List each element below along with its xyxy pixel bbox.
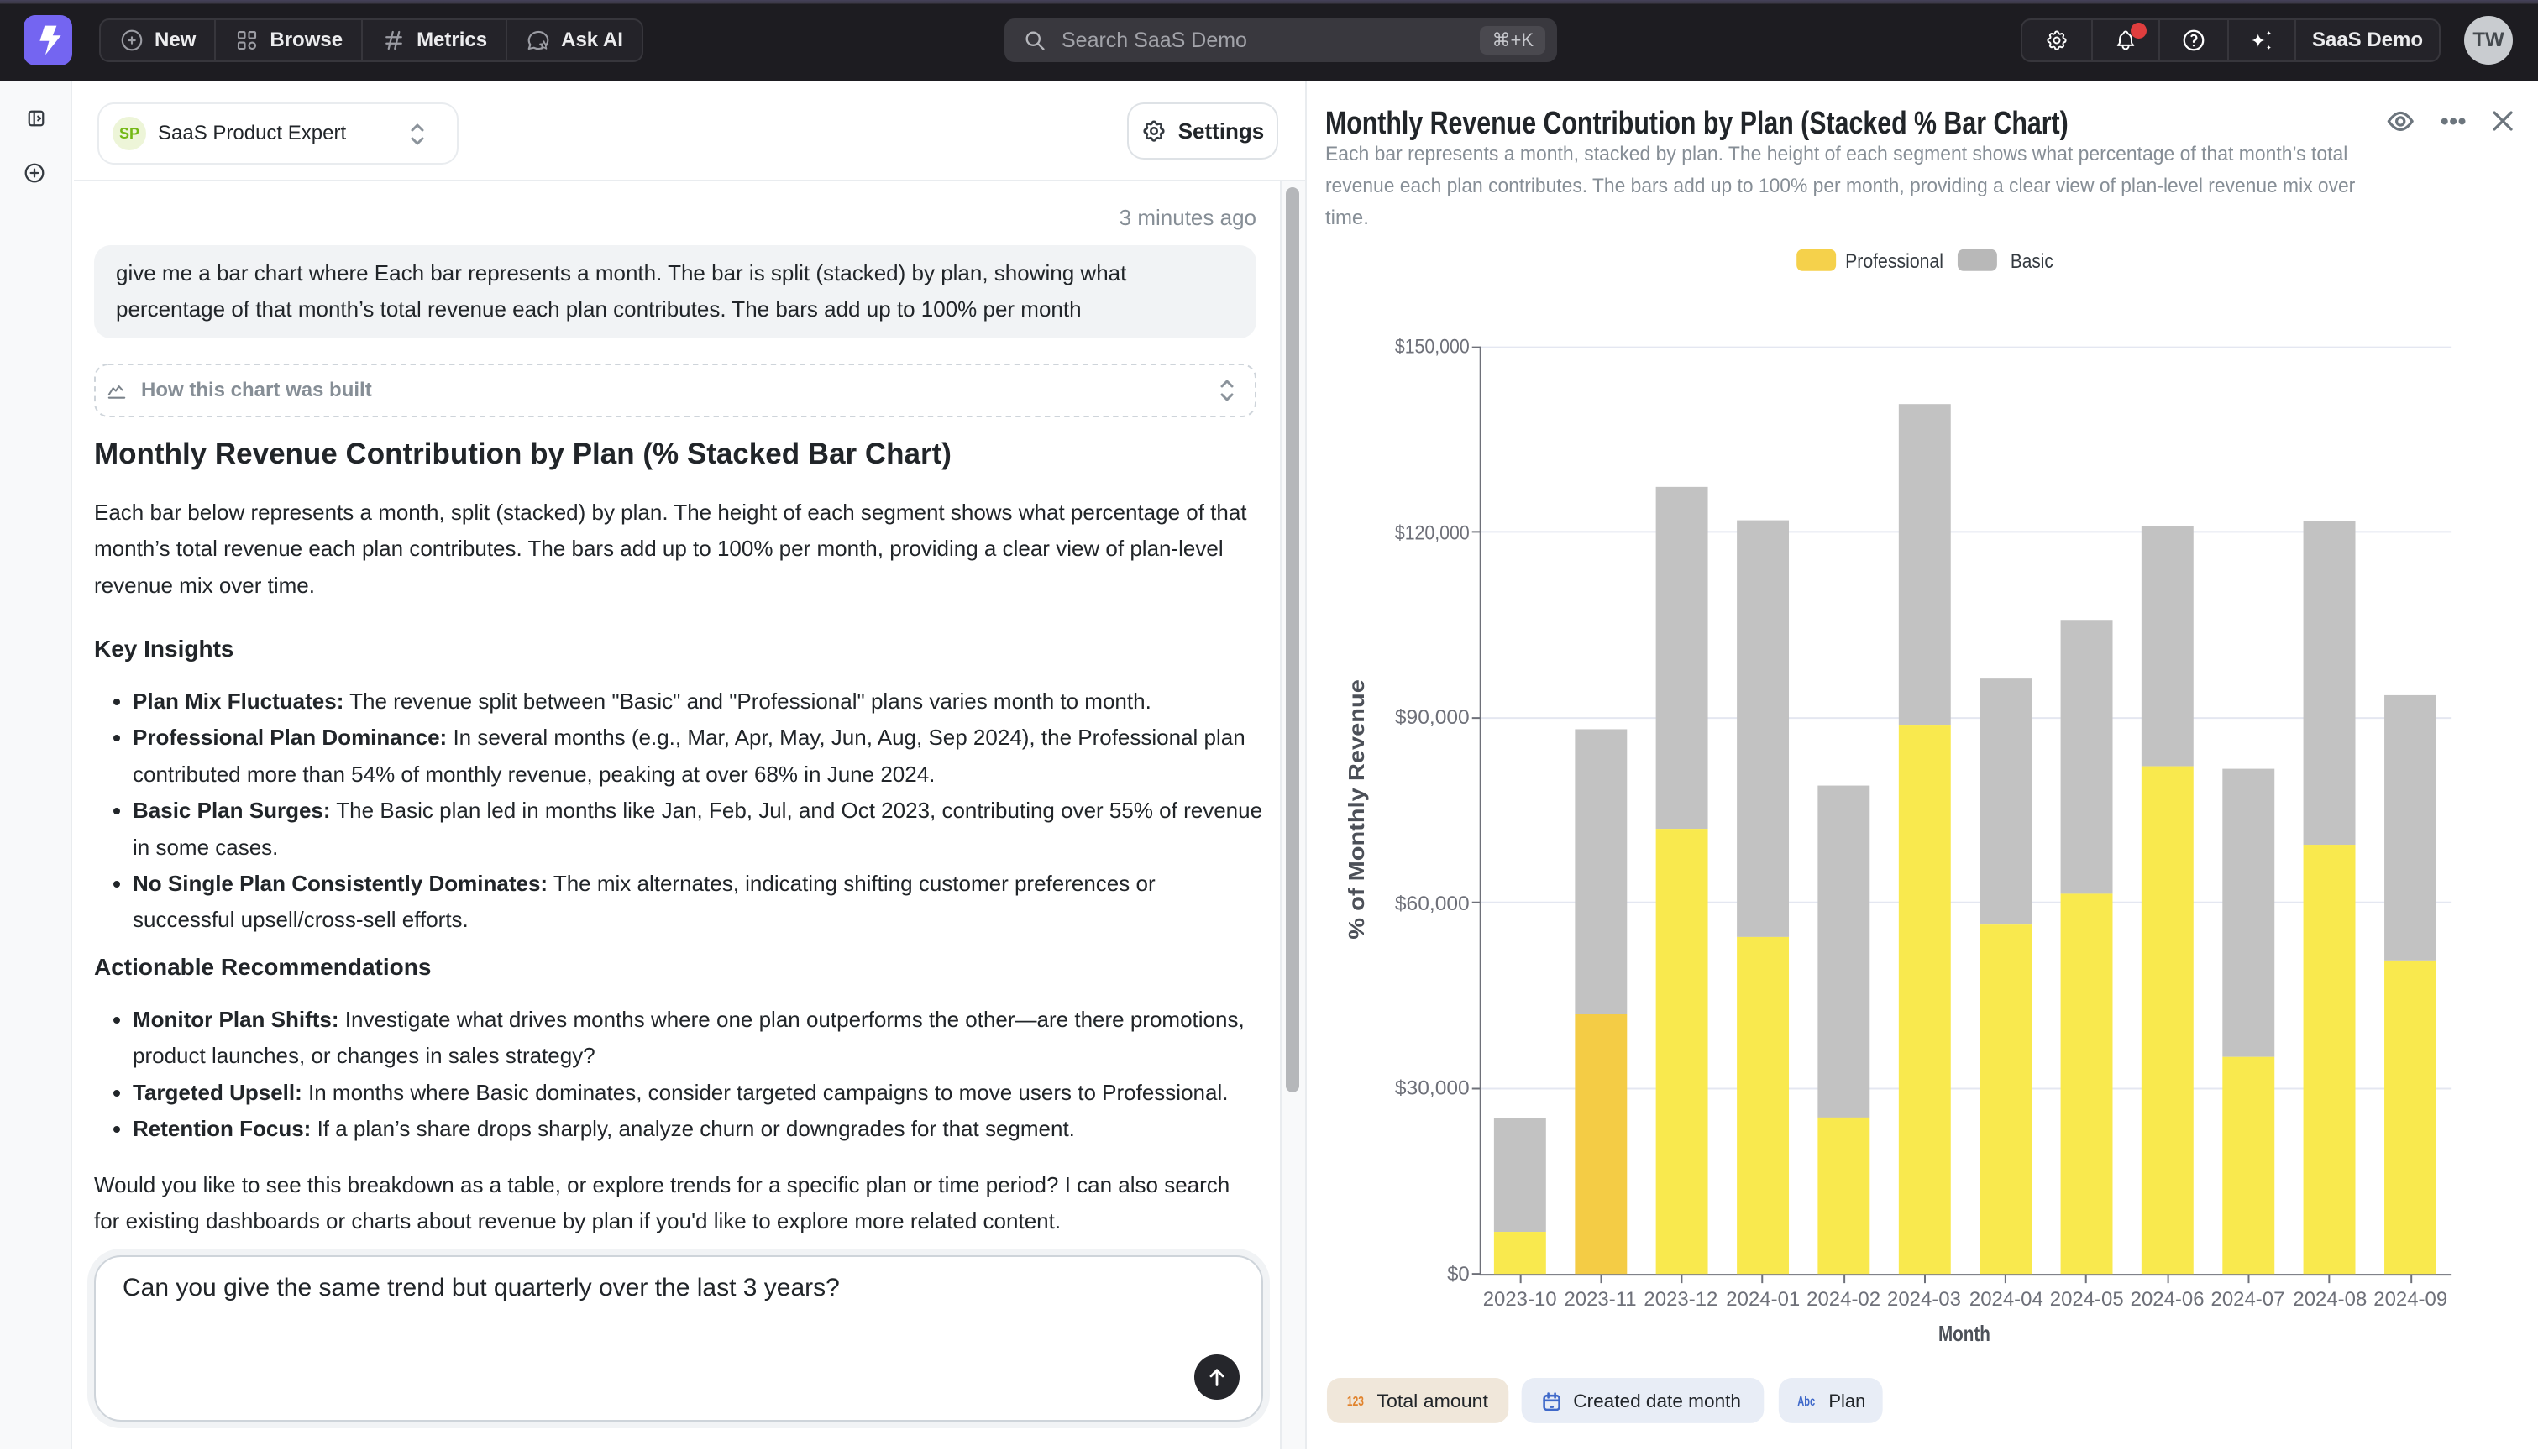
svg-text:2024-04: 2024-04 [1969,1288,2043,1311]
svg-text:revenue each plan contributes.: revenue each plan contributes. The bars … [1325,175,2355,197]
svg-text:Abc: Abc [1797,1395,1815,1409]
svg-text:123: 123 [1347,1395,1364,1409]
svg-text:2024-01: 2024-01 [1726,1288,1800,1311]
svg-text:Professional: Professional [1845,250,1943,273]
svg-text:$0: $0 [1447,1263,1470,1286]
svg-text:2024-08: 2024-08 [2293,1288,2367,1311]
svg-text:$120,000: $120,000 [1395,521,1470,544]
svg-text:Monthly Revenue Contribution b: Monthly Revenue Contribution by Plan (St… [1325,106,2069,141]
svg-text:2024-03: 2024-03 [1887,1288,1961,1311]
svg-text:Each bar represents a month, s: Each bar represents a month, stacked by … [1325,143,2347,165]
svg-text:Plan: Plan [1828,1391,1865,1411]
svg-text:2023-11: 2023-11 [1564,1288,1636,1311]
svg-text:Total amount: Total amount [1376,1391,1487,1411]
svg-text:2024-06: 2024-06 [2131,1288,2205,1311]
svg-text:2024-09: 2024-09 [2373,1288,2447,1311]
svg-text:2024-07: 2024-07 [2211,1288,2285,1311]
svg-text:Month: Month [1938,1321,1990,1346]
svg-text:$60,000: $60,000 [1395,893,1470,915]
svg-text:$30,000: $30,000 [1395,1076,1470,1099]
svg-text:2024-05: 2024-05 [2050,1288,2124,1311]
svg-text:Basic: Basic [2011,250,2053,273]
svg-text:$150,000: $150,000 [1395,336,1470,359]
svg-text:time.: time. [1325,207,1369,229]
svg-text:2024-02: 2024-02 [1806,1288,1880,1311]
svg-text:2023-12: 2023-12 [1644,1288,1717,1311]
svg-text:2023-10: 2023-10 [1483,1288,1557,1311]
svg-text:% of Monthly Revenue: % of Monthly Revenue [1344,679,1369,940]
svg-text:Created date month: Created date month [1573,1391,1741,1411]
svg-text:$90,000: $90,000 [1395,706,1470,729]
